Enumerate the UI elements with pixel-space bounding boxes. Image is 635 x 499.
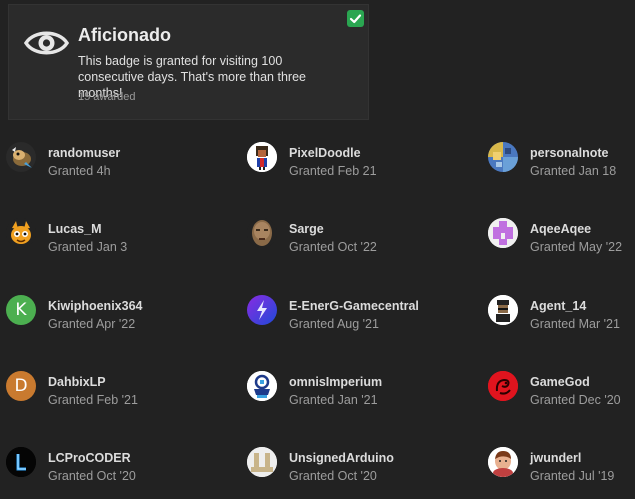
granted-date: Granted Feb 21 xyxy=(289,164,377,178)
avatar[interactable]: D xyxy=(6,371,36,401)
check-icon xyxy=(347,10,364,27)
username[interactable]: Lucas_M xyxy=(48,222,102,236)
user-card[interactable]: PixelDoodle Granted Feb 21 xyxy=(241,130,471,186)
avatar[interactable] xyxy=(488,295,518,325)
username[interactable]: E-EnerG-Gamecentral xyxy=(289,299,419,313)
granted-date: Granted Aug '21 xyxy=(289,317,379,331)
username[interactable]: LCProCODER xyxy=(48,451,131,465)
username[interactable]: DahbixLP xyxy=(48,375,106,389)
avatar[interactable] xyxy=(247,371,277,401)
username[interactable]: Kiwiphoenix364 xyxy=(48,299,142,313)
username[interactable]: Sarge xyxy=(289,222,324,236)
user-card[interactable]: LCProCODER Granted Oct '20 xyxy=(0,435,230,491)
username[interactable]: Agent_14 xyxy=(530,299,586,313)
granted-date: Granted Jul '19 xyxy=(530,469,615,483)
avatar-initial: K xyxy=(6,295,36,325)
granted-date: Granted Mar '21 xyxy=(530,317,620,331)
badge-title: Aficionado xyxy=(78,25,171,45)
avatar[interactable] xyxy=(6,218,36,248)
user-card[interactable]: jwunderl Granted Jul '19 xyxy=(482,435,635,491)
granted-date: Granted Oct '22 xyxy=(289,240,377,254)
username[interactable]: GameGod xyxy=(530,375,590,389)
user-card[interactable]: D DahbixLP Granted Feb '21 xyxy=(0,359,230,415)
username[interactable]: jwunderl xyxy=(530,451,581,465)
avatar[interactable] xyxy=(6,142,36,172)
granted-date: Granted Oct '20 xyxy=(48,469,136,483)
avatar[interactable] xyxy=(488,218,518,248)
granted-date: Granted Apr '22 xyxy=(48,317,136,331)
avatar-initial: D xyxy=(6,371,36,401)
avatar[interactable] xyxy=(488,447,518,477)
avatar[interactable] xyxy=(247,142,277,172)
user-card[interactable]: Lucas_M Granted Jan 3 xyxy=(0,206,230,262)
user-card[interactable]: omnisImperium Granted Jan '21 xyxy=(241,359,471,415)
granted-date: Granted Oct '20 xyxy=(289,469,377,483)
user-card[interactable]: randomuser Granted 4h xyxy=(0,130,230,186)
granted-date: Granted Jan 3 xyxy=(48,240,128,254)
avatar[interactable] xyxy=(6,447,36,477)
awarded-count: 15 awarded xyxy=(78,91,136,103)
user-card[interactable]: Sarge Granted Oct '22 xyxy=(241,206,471,262)
user-card[interactable]: E-EnerG-Gamecentral Granted Aug '21 xyxy=(241,283,471,339)
user-card[interactable]: K Kiwiphoenix364 Granted Apr '22 xyxy=(0,283,230,339)
avatar[interactable] xyxy=(488,142,518,172)
badge-card: Aficionado This badge is granted for vis… xyxy=(8,4,369,120)
granted-date: Granted Dec '20 xyxy=(530,393,621,407)
user-card[interactable]: GameGod Granted Dec '20 xyxy=(482,359,635,415)
avatar[interactable]: K xyxy=(6,295,36,325)
granted-date: Granted Jan '21 xyxy=(289,393,378,407)
granted-date: Granted May '22 xyxy=(530,240,623,254)
user-card[interactable]: AqeeAqee Granted May '22 xyxy=(482,206,635,262)
user-card[interactable]: Agent_14 Granted Mar '21 xyxy=(482,283,635,339)
avatar[interactable] xyxy=(247,218,277,248)
user-card[interactable]: UnsignedArduino Granted Oct '20 xyxy=(241,435,471,491)
avatar[interactable] xyxy=(247,295,277,325)
username[interactable]: personalnote xyxy=(530,146,609,160)
username[interactable]: PixelDoodle xyxy=(289,146,361,160)
avatar[interactable] xyxy=(488,371,518,401)
username[interactable]: AqeeAqee xyxy=(530,222,591,236)
avatar[interactable] xyxy=(247,447,277,477)
user-card[interactable]: personalnote Granted Jan 18 xyxy=(482,130,635,186)
username[interactable]: omnisImperium xyxy=(289,375,382,389)
granted-date: Granted 4h xyxy=(48,164,111,178)
granted-date: Granted Feb '21 xyxy=(48,393,138,407)
username[interactable]: UnsignedArduino xyxy=(289,451,394,465)
eye-icon xyxy=(24,31,69,55)
granted-date: Granted Jan 18 xyxy=(530,164,617,178)
username[interactable]: randomuser xyxy=(48,146,120,160)
